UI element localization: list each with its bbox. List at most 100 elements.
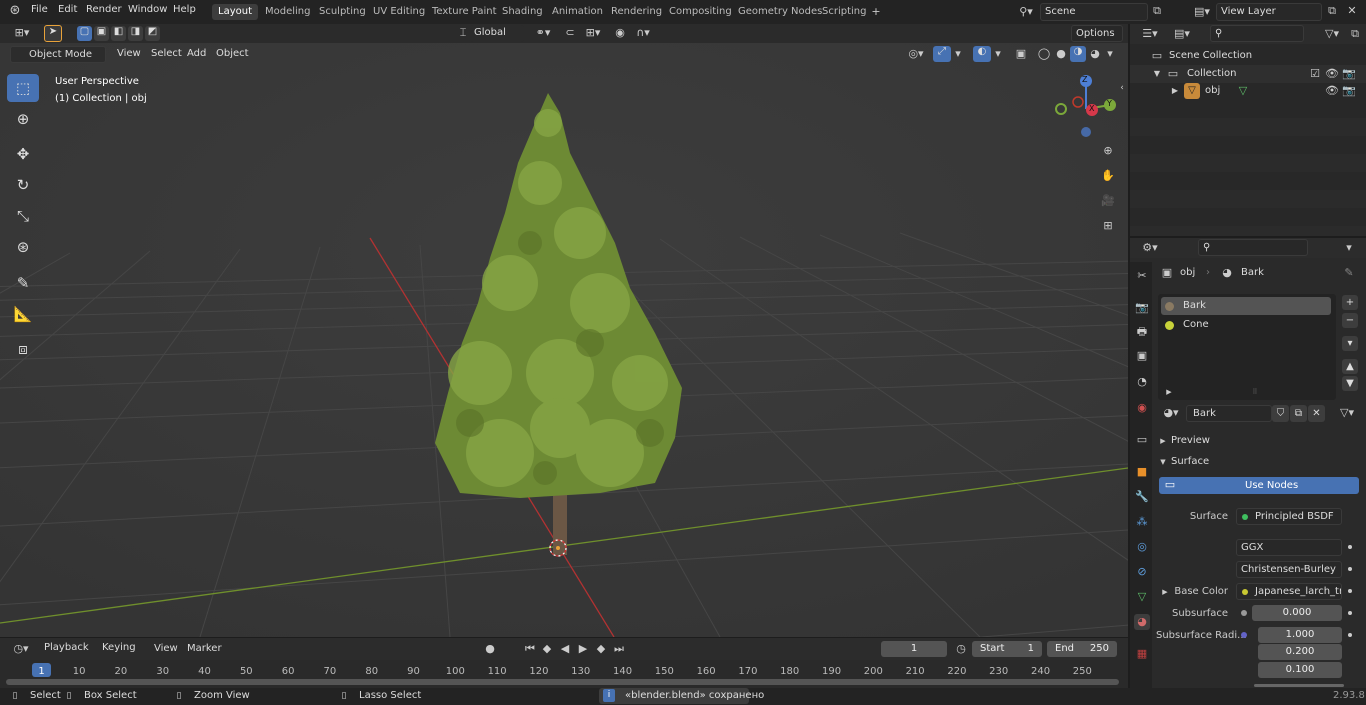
view-layer-tab-icon[interactable]: ▣ [1134, 348, 1150, 364]
play-reverse-icon[interactable]: ◀ [557, 641, 573, 657]
current-frame-field[interactable]: 1 [881, 641, 947, 657]
pin-icon[interactable]: ✎ [1342, 265, 1356, 281]
distribution-select[interactable]: GGX [1236, 539, 1342, 556]
move-slot-down-button[interactable]: ▼ [1342, 376, 1358, 391]
base-color-field[interactable]: Japanese_larch_tree... [1236, 583, 1342, 600]
timeline-ruler[interactable]: 1 10 20 30 40 50 60 70 80 90 100 110 120 130 140 150 160… [0, 660, 1128, 688]
menu-object[interactable]: Object [216, 48, 249, 59]
properties-search[interactable]: ⚲ [1198, 239, 1308, 256]
play-icon[interactable]: ▶ [575, 641, 591, 657]
tab-modeling[interactable]: Modeling [259, 4, 317, 20]
collection-expand-icon[interactable]: ▼ [1152, 66, 1162, 82]
record-icon[interactable]: ● [482, 641, 498, 657]
selection-mode-subtract-icon[interactable]: ◧ [111, 26, 126, 41]
material-slot-cone[interactable]: Cone [1161, 316, 1331, 334]
tool-tab-icon[interactable]: ✂ [1134, 268, 1150, 284]
collection-checkbox-icon[interactable]: ☑ [1308, 66, 1322, 82]
tab-sculpting[interactable]: Sculpting [313, 4, 372, 20]
list-expand-icon[interactable]: ▶ [1164, 384, 1174, 400]
3d-viewport[interactable] [0, 43, 1128, 637]
selection-mode-extend-icon[interactable]: ▣ [94, 26, 109, 41]
transform-orientation-select[interactable]: Global [470, 25, 524, 42]
properties-editor-type-icon[interactable]: ⚙▾ [1138, 240, 1162, 256]
start-frame-field[interactable]: Start 1 [972, 641, 1042, 657]
measure-tool-icon[interactable]: 📐 [7, 300, 39, 328]
timeline-view-menu[interactable]: View [154, 643, 178, 654]
subsurface-radius-x[interactable]: 1.000 [1258, 627, 1342, 643]
display-mode-icon[interactable]: ▤▾ [1170, 26, 1194, 42]
new-collection-icon[interactable]: ⧉ [1348, 26, 1362, 42]
material-slot-bark[interactable]: Bark [1161, 297, 1331, 315]
obj-expand-icon[interactable]: ▶ [1170, 83, 1180, 99]
proportional-edit-icon[interactable]: ◉ [612, 25, 628, 41]
render-tab-icon[interactable]: 📷 [1134, 300, 1150, 316]
keying-menu[interactable]: Keying [98, 640, 146, 657]
add-cube-tool-icon[interactable]: ⧈ [7, 335, 39, 363]
fake-user-icon[interactable]: ⛉ [1272, 405, 1289, 422]
menu-select[interactable]: Select [151, 48, 182, 59]
snap-icon[interactable]: ⊂ [562, 25, 578, 41]
outliner-search[interactable]: ⚲ [1210, 25, 1304, 42]
world-tab-icon[interactable]: ◉ [1134, 400, 1150, 416]
subsurface-method-select[interactable]: Christensen-Burley [1236, 561, 1342, 578]
editor-type-icon[interactable]: ⊞▾ [10, 25, 34, 41]
tab-layout[interactable]: Layout [212, 4, 258, 20]
object-tab-icon[interactable]: ■ [1134, 464, 1150, 480]
preview-panel-header[interactable]: ▶ Preview [1156, 432, 1362, 450]
output-tab-icon[interactable]: 🖶 [1134, 324, 1150, 340]
surface-shader-field[interactable]: Principled BSDF [1236, 508, 1342, 525]
preview-range-icon[interactable]: ◷ [953, 641, 969, 657]
scene-icon[interactable]: ⚲▾ [1014, 4, 1038, 20]
shading-rendered-icon[interactable]: ◕ [1087, 46, 1103, 62]
selection-mode-new-icon[interactable]: ▢ [77, 26, 92, 41]
subsurface-radius-z[interactable]: 0.100 [1258, 662, 1342, 678]
camera-view-icon[interactable]: 🎥 [1100, 193, 1116, 209]
shading-solid-icon[interactable]: ● [1053, 46, 1069, 62]
modifier-tab-icon[interactable]: 🔧 [1134, 489, 1150, 505]
properties-options-icon[interactable]: ▾ [1342, 240, 1356, 256]
menu-edit[interactable]: Edit [58, 4, 77, 15]
outliner-row-obj[interactable]: ▶ ▽ obj ▽ 👁 📷 [1130, 82, 1366, 100]
material-slot-list[interactable]: Bark Cone ▶ ⠿ [1158, 294, 1336, 400]
view-layer-icon[interactable]: ▤▾ [1190, 4, 1214, 20]
select-tool-active-icon[interactable]: ➤ [44, 25, 62, 42]
duplicate-material-icon[interactable]: ⧉ [1290, 405, 1307, 422]
obj-render-icon[interactable]: 📷 [1342, 83, 1356, 99]
rotate-tool-icon[interactable]: ↻ [7, 171, 39, 199]
mesh-data-icon[interactable]: ▽ [1236, 83, 1250, 99]
outliner-row-collection[interactable]: ▼ ▭ Collection ☑ 👁 📷 [1130, 65, 1366, 83]
physics-tab-icon[interactable]: ◎ [1134, 539, 1150, 555]
menu-add[interactable]: Add [187, 48, 206, 59]
visibility-filter-icon[interactable]: ◎▾ [903, 46, 929, 62]
playback-menu[interactable]: Playback [40, 640, 96, 657]
options-dropdown[interactable]: Options [1071, 25, 1123, 42]
show-gizmo-icon[interactable]: ⤢ [933, 46, 951, 62]
browse-material-icon[interactable]: ◕▾ [1158, 405, 1184, 421]
add-slot-button[interactable]: + [1342, 295, 1358, 310]
scene-field[interactable]: Scene [1040, 3, 1148, 21]
shading-material-icon[interactable]: ◑ [1070, 46, 1086, 62]
outliner-filter-icon[interactable]: ▽▾ [1320, 26, 1344, 42]
annotate-tool-icon[interactable]: ✎ [7, 269, 39, 297]
remove-slot-button[interactable]: − [1342, 313, 1358, 328]
subsurface-field[interactable]: 0.000 [1252, 605, 1342, 621]
subsurface-radius-y[interactable]: 0.200 [1258, 644, 1342, 660]
tab-texture-paint[interactable]: Texture Paint [426, 4, 503, 20]
show-overlays-icon[interactable]: ◐ [973, 46, 991, 62]
jump-start-icon[interactable]: ⏮ [522, 641, 538, 657]
base-color-expand-icon[interactable]: ▶ [1160, 584, 1170, 600]
selection-mode-intersect-icon[interactable]: ◩ [145, 26, 160, 41]
menu-file[interactable]: File [31, 4, 48, 15]
menu-window[interactable]: Window [128, 4, 167, 15]
next-keyframe-icon[interactable]: ◆ [593, 641, 609, 657]
use-nodes-button[interactable]: ▭ Use Nodes [1159, 477, 1359, 494]
shading-dropdown-icon[interactable]: ▾ [1104, 46, 1116, 62]
material-tab-icon[interactable]: ◕ [1134, 614, 1150, 630]
material-name-field[interactable]: Bark [1186, 405, 1272, 422]
pan-hand-icon[interactable]: ✋ [1100, 168, 1116, 184]
select-box-tool-icon[interactable]: ⬚ [7, 74, 39, 102]
view-layer-field[interactable]: View Layer [1216, 3, 1322, 21]
tab-animation[interactable]: Animation [546, 4, 609, 20]
selection-mode-invert-icon[interactable]: ◨ [128, 26, 143, 41]
remove-view-layer-icon[interactable]: ✕ [1345, 3, 1359, 19]
